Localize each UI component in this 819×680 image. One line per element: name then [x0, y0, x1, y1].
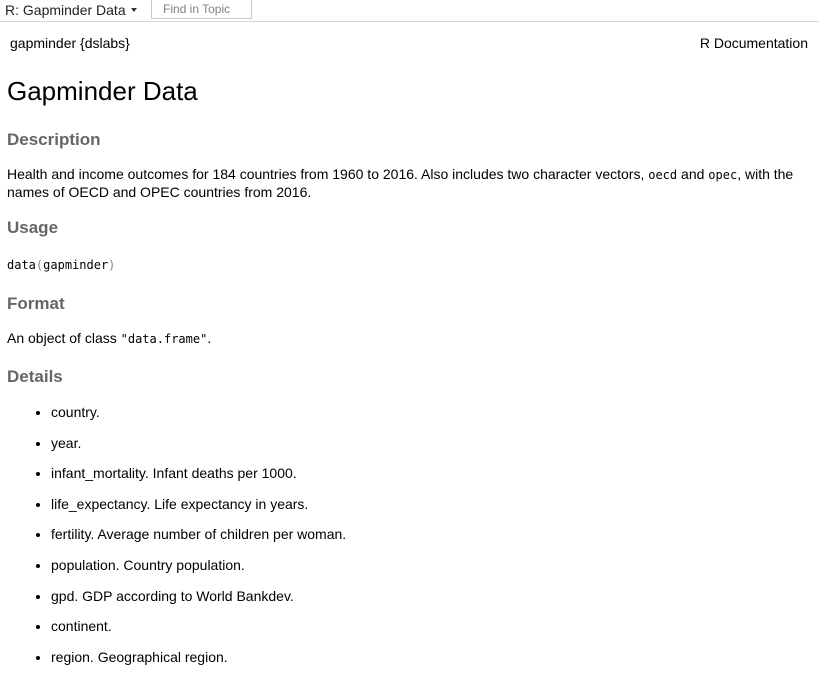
- list-item: fertility. Average number of children pe…: [51, 522, 346, 553]
- r-documentation-label: R Documentation: [699, 35, 808, 51]
- list-item: region. Geographical region.: [51, 645, 346, 676]
- oecd-code: oecd: [648, 168, 678, 182]
- chevron-down-icon: [130, 8, 137, 13]
- topic-dropdown[interactable]: R: Gapminder Data: [5, 2, 137, 18]
- description-text: Health and income outcomes for 184 count…: [7, 166, 794, 200]
- help-toolbar: R: Gapminder Data: [0, 0, 819, 22]
- list-item: country.: [51, 400, 346, 431]
- details-list: country. year. infant_mortality. Infant …: [0, 400, 346, 675]
- list-item: life_expectancy. Life expectancy in year…: [51, 492, 346, 523]
- list-item: population. Country population.: [51, 553, 346, 584]
- format-text: An object of class "data.frame".: [7, 330, 212, 346]
- package-label: gapminder {dslabs}: [10, 35, 130, 51]
- format-heading: Format: [7, 294, 65, 313]
- list-item: infant_mortality. Infant deaths per 1000…: [51, 461, 346, 492]
- topic-title-label: R: Gapminder Data: [5, 2, 126, 18]
- usage-heading: Usage: [7, 218, 59, 237]
- opec-code: opec: [708, 168, 738, 182]
- class-code: "data.frame": [120, 332, 208, 346]
- list-item: gpd. GDP according to World Bankdev.: [51, 584, 346, 615]
- details-heading: Details: [7, 367, 63, 386]
- list-item: year.: [51, 431, 346, 462]
- find-in-topic-input[interactable]: [151, 0, 252, 19]
- usage-code: data(gapminder): [7, 258, 116, 272]
- list-item: continent.: [51, 614, 346, 645]
- page-title: Gapminder Data: [7, 76, 198, 106]
- description-heading: Description: [7, 130, 101, 149]
